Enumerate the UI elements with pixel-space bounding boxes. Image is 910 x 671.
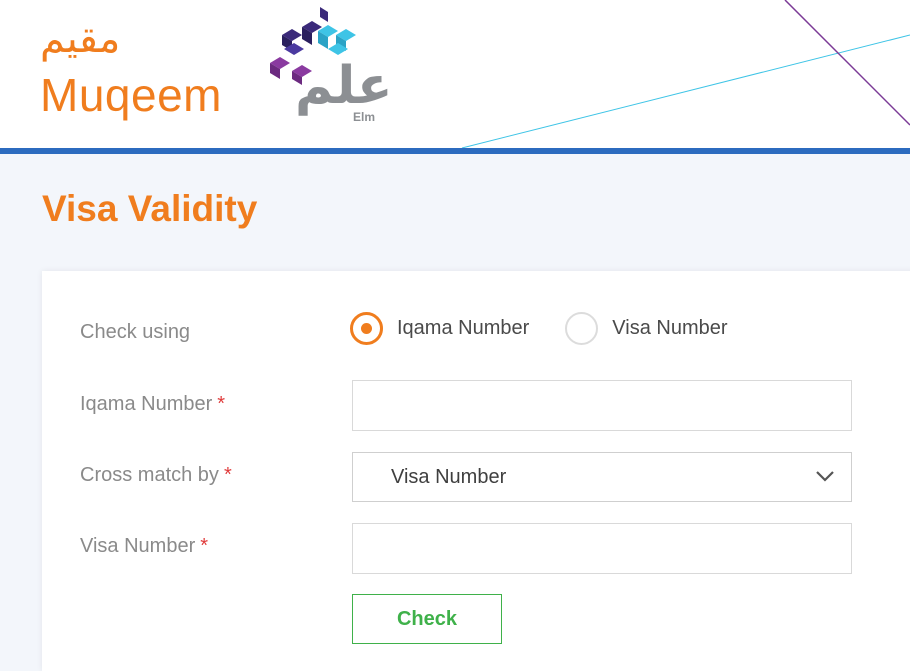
iqama-number-input[interactable] xyxy=(352,380,852,431)
visa-validity-form: Check using Iqama Number Visa Number Iqa… xyxy=(42,271,910,671)
cross-match-by-selected-value: Visa Number xyxy=(391,465,507,488)
visa-number-input[interactable] xyxy=(352,523,852,574)
check-button[interactable]: Check xyxy=(352,594,502,644)
elm-logo-arabic-text: علم xyxy=(295,56,393,116)
required-asterisk: * xyxy=(200,535,209,557)
required-asterisk: * xyxy=(217,393,226,415)
radio-visa-number-label: Visa Number xyxy=(612,317,728,339)
header-divider-bar xyxy=(0,148,910,154)
check-using-label: Check using xyxy=(80,321,191,343)
elm-logo-latin-text: Elm xyxy=(353,110,376,124)
muqeem-logo-arabic-text: مقيم xyxy=(40,16,121,62)
radio-unselected-icon[interactable] xyxy=(565,312,599,345)
check-using-radio-group: Iqama Number Visa Number xyxy=(350,312,764,345)
radio-iqama-number[interactable]: Iqama Number xyxy=(350,312,529,345)
chevron-down-icon[interactable] xyxy=(815,469,835,483)
muqeem-logo-latin-text: Muqeem xyxy=(40,69,222,121)
required-asterisk: * xyxy=(223,464,232,486)
radio-selected-icon[interactable] xyxy=(350,312,383,345)
cross-match-by-label: Cross match by * xyxy=(80,464,232,486)
header: مقيم Muqeem علم Elm xyxy=(0,0,910,148)
radio-visa-number[interactable]: Visa Number xyxy=(565,312,728,345)
radio-iqama-number-label: Iqama Number xyxy=(397,317,530,339)
page-title: Visa Validity xyxy=(42,188,258,229)
visa-number-label: Visa Number * xyxy=(80,535,209,557)
cross-match-by-select[interactable]: Visa Number xyxy=(352,452,852,502)
iqama-number-label: Iqama Number * xyxy=(80,393,226,415)
